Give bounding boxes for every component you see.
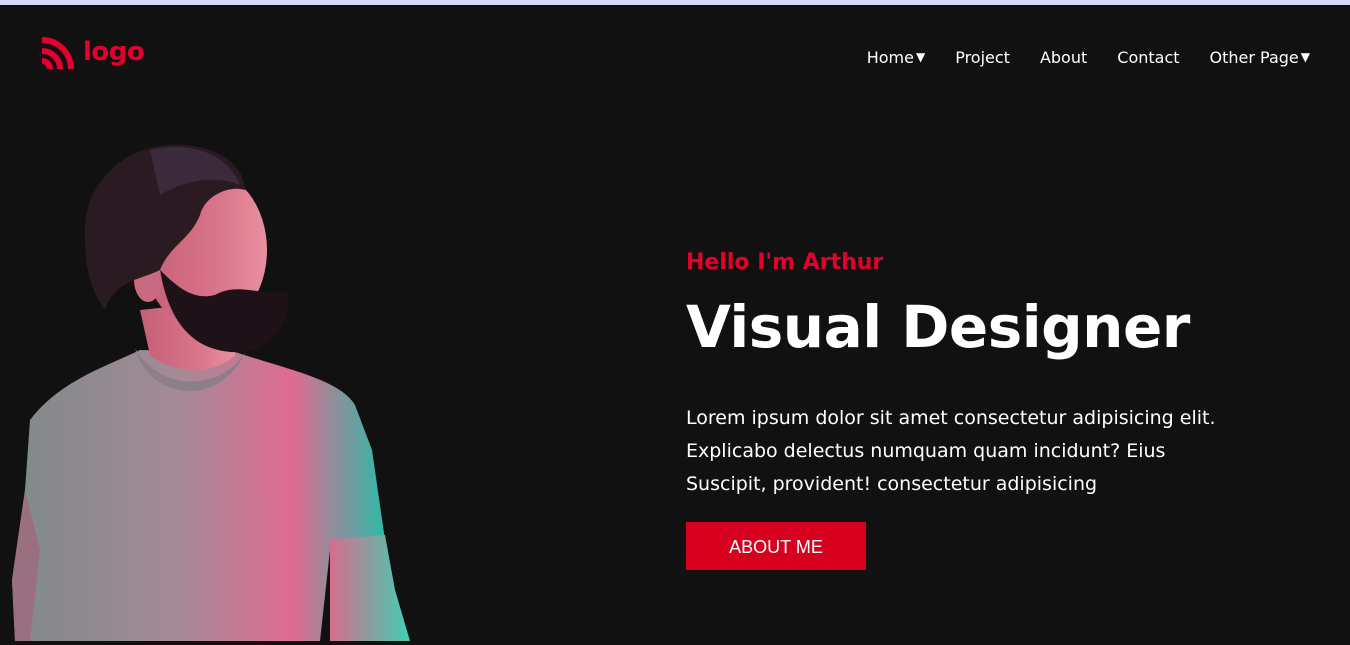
about-me-button[interactable]: ABOUT ME xyxy=(686,522,866,570)
nav-item-home[interactable]: Home ▼ xyxy=(852,48,940,67)
hero-description: Lorem ipsum dolor sit amet consectetur a… xyxy=(686,402,1286,501)
hero-greeting: Hello I'm Arthur xyxy=(686,250,884,275)
nav-item-label: Project xyxy=(955,47,1010,67)
rss-feed-icon xyxy=(38,37,74,73)
nav-item-project[interactable]: Project xyxy=(940,48,1025,67)
nav-item-contact[interactable]: Contact xyxy=(1102,48,1194,67)
nav-item-label: About xyxy=(1039,47,1088,67)
nav-item-about[interactable]: About xyxy=(1025,48,1102,67)
hero-content: Hello I'm Arthur Visual Designer Lorem i… xyxy=(686,248,1306,570)
hero-portrait-image xyxy=(0,130,430,641)
description-line: Explicabo delectus numquam quam incidunt… xyxy=(686,440,1166,462)
nav-item-label: Contact xyxy=(1117,47,1180,67)
chevron-down-icon: ▼ xyxy=(915,50,926,64)
description-line: Suscipit, provident! consectetur adipisi… xyxy=(686,473,1098,495)
nav-item-label: Other Page xyxy=(1209,47,1299,67)
chevron-down-icon: ▼ xyxy=(1300,50,1310,64)
description-line: Lorem ipsum dolor sit amet consectetur a… xyxy=(686,407,1216,429)
logo-text: logo xyxy=(83,37,145,67)
main-nav: Home ▼ Project About Contact Other Page ▼ xyxy=(852,47,1310,67)
browser-top-strip xyxy=(0,0,1350,5)
nav-item-other-page[interactable]: Other Page ▼ xyxy=(1195,48,1310,67)
site-logo[interactable]: logo xyxy=(38,37,145,73)
hero-title: Visual Designer xyxy=(686,293,1190,361)
nav-item-label: Home xyxy=(866,47,914,67)
